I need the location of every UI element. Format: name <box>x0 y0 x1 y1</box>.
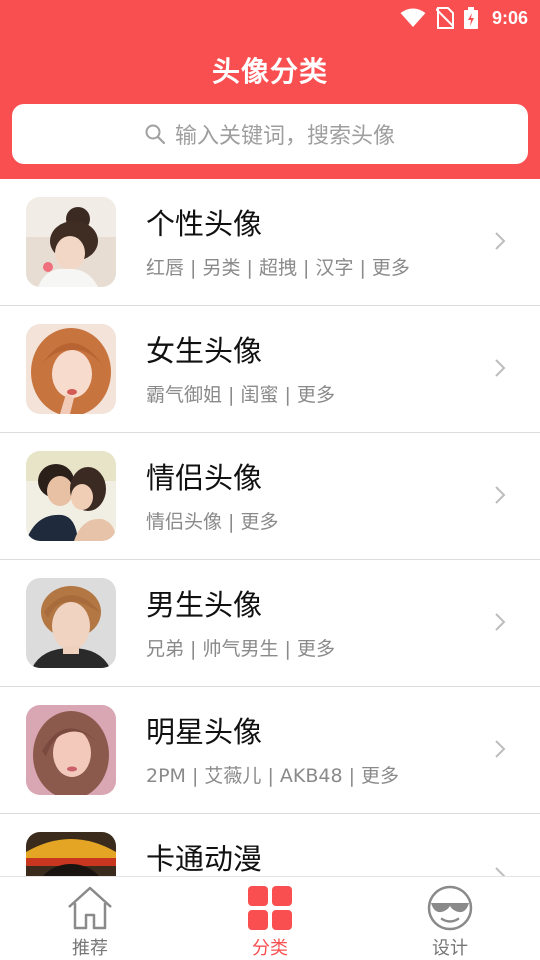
category-thumbnail <box>26 324 116 414</box>
chevron-right-icon <box>495 232 506 250</box>
category-title: 明星头像 <box>146 715 263 749</box>
tab-label: 设计 <box>432 938 468 959</box>
category-title: 男生头像 <box>146 588 263 622</box>
category-tags: 兄弟 | 帅气男生 | 更多 <box>146 638 335 660</box>
category-title: 卡通动漫 <box>146 842 263 876</box>
chevron-right-icon <box>495 486 506 504</box>
category-row-celebrity[interactable]: 明星头像 2PM | 艾薇儿 | AKB48 | 更多 <box>0 687 540 814</box>
category-title: 个性头像 <box>146 207 263 241</box>
grid-icon <box>248 886 292 930</box>
category-thumbnail <box>26 832 116 876</box>
tab-design[interactable]: 设计 <box>360 877 540 960</box>
status-bar: 9:06 <box>400 6 528 30</box>
category-thumbnail <box>26 705 116 795</box>
category-thumbnail <box>26 578 116 668</box>
category-thumbnail <box>26 451 116 541</box>
category-thumbnail <box>26 197 116 287</box>
tab-recommend[interactable]: 推荐 <box>0 877 180 960</box>
battery-charging-icon <box>463 7 478 29</box>
status-time: 9:06 <box>491 7 528 28</box>
bottom-tab-bar: 推荐 分类 设计 <box>0 876 540 960</box>
header: 9:06 头像分类 输入关键词，搜索头像 <box>0 0 540 179</box>
category-row-girls[interactable]: 女生头像 霸气御姐 | 闺蜜 | 更多 <box>0 306 540 433</box>
category-list: 个性头像 红唇 | 另类 | 超拽 | 汉字 | 更多 女生头像 霸气御姐 | … <box>0 179 540 876</box>
search-icon <box>145 124 165 144</box>
search-input[interactable]: 输入关键词，搜索头像 <box>12 104 528 164</box>
category-tags: 红唇 | 另类 | 超拽 | 汉字 | 更多 <box>146 257 410 279</box>
tab-label: 分类 <box>252 938 288 959</box>
home-icon <box>68 886 112 930</box>
category-tags: 霸气御姐 | 闺蜜 | 更多 <box>146 384 335 406</box>
chevron-right-icon <box>495 867 506 876</box>
chevron-right-icon <box>495 359 506 377</box>
face-icon <box>427 885 473 931</box>
chevron-right-icon <box>495 613 506 631</box>
category-title: 情侣头像 <box>146 461 263 495</box>
category-title: 女生头像 <box>146 334 263 368</box>
category-row-couples[interactable]: 情侣头像 情侣头像 | 更多 <box>0 433 540 560</box>
category-row-cartoon[interactable]: 卡通动漫 <box>0 814 540 876</box>
category-row-boys[interactable]: 男生头像 兄弟 | 帅气男生 | 更多 <box>0 560 540 687</box>
chevron-right-icon <box>495 740 506 758</box>
category-row-personality[interactable]: 个性头像 红唇 | 另类 | 超拽 | 汉字 | 更多 <box>0 179 540 306</box>
search-placeholder: 输入关键词，搜索头像 <box>174 124 395 149</box>
tab-categories[interactable]: 分类 <box>180 877 360 960</box>
tab-label: 推荐 <box>72 938 108 959</box>
page-title: 头像分类 <box>211 55 328 88</box>
category-tags: 2PM | 艾薇儿 | AKB48 | 更多 <box>146 765 400 787</box>
category-tags: 情侣头像 | 更多 <box>146 511 279 533</box>
no-sim-icon <box>435 7 454 29</box>
wifi-icon <box>400 8 426 27</box>
